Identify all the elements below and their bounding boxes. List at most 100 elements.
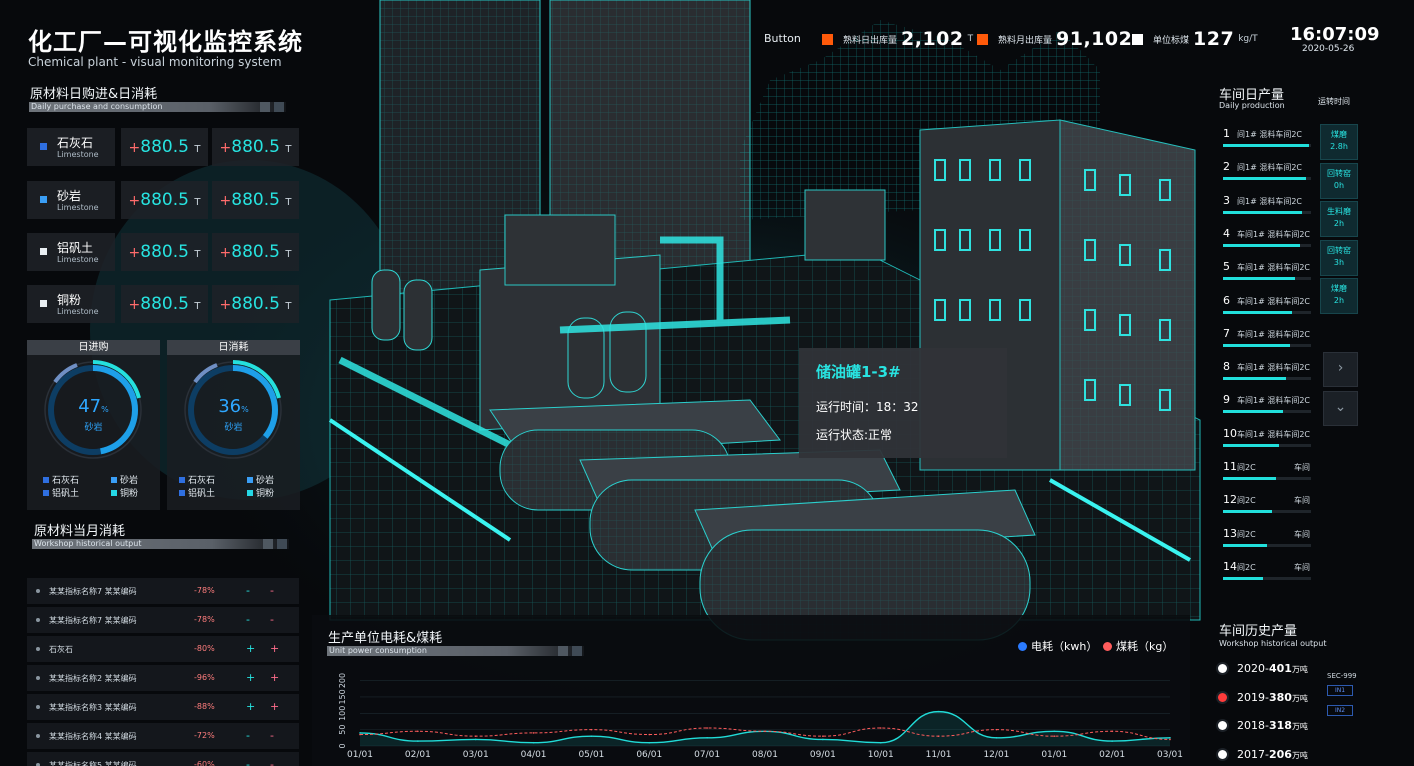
item-index: 8 [1223, 360, 1230, 374]
history-year: 2018- [1237, 719, 1269, 732]
material-dot [40, 300, 47, 307]
clock-date: 2020-05-26 [1302, 44, 1355, 54]
item-name: 间1# 混料车间2C [1237, 196, 1303, 206]
item-name: 某某指标名称3 某某编码 [49, 703, 137, 712]
runtime-tab[interactable]: 回转窑 3h [1320, 239, 1358, 276]
item-index: 7 [1223, 326, 1230, 340]
data-point [359, 733, 361, 736]
int-box: IN2 [1327, 705, 1353, 716]
production-item: 7 车间1# 混料车间2C [1216, 323, 1314, 353]
data-point [822, 738, 824, 741]
history-value: 206 [1268, 747, 1292, 761]
bar-square-icon [277, 539, 287, 549]
progress-fill [1223, 177, 1306, 181]
top-button[interactable]: Button [764, 32, 801, 45]
history-row: 2018-318万吨 [1218, 719, 1308, 732]
history-title: 车间历史产量 [1219, 624, 1298, 639]
bar-square-icon [263, 539, 273, 549]
data-point [648, 733, 651, 736]
production-item: 9 车间1# 混料车间2C [1216, 389, 1314, 419]
item-sign-b: + [270, 671, 280, 684]
material-en: Limestone [57, 255, 99, 264]
progress-fill [1223, 277, 1296, 281]
runtime-tab[interactable]: 煤磨 2h [1320, 278, 1358, 314]
item-index: 2 [1223, 160, 1230, 174]
data-point [1169, 737, 1171, 739]
material-purchase-value: +880.5 T [121, 128, 208, 166]
item-name: 石灰石 [49, 645, 73, 654]
nav-down-button[interactable]: ⌄ [1323, 391, 1358, 426]
progress-track [1223, 377, 1311, 381]
item-name: 车间1# 混料车间2C [1237, 296, 1311, 306]
data-point [359, 732, 361, 734]
tab-value: 3h [1333, 257, 1345, 267]
item-index: 6 [1223, 293, 1230, 307]
production-item: 13 间2C 车间 [1216, 523, 1314, 553]
monthly-title: 原材料当月消耗 [34, 524, 126, 539]
monthly-subtitle: Workshop historical output [34, 539, 142, 548]
x-tick-label: 03/01 [1157, 750, 1183, 760]
production-item: 11 间2C 车间 [1216, 456, 1314, 486]
legend-item: 石灰石 [43, 473, 79, 486]
int-box: IN1 [1327, 685, 1353, 696]
bar-square-icon [260, 102, 270, 112]
data-point [1111, 740, 1113, 742]
data-point [879, 741, 882, 744]
x-tick-label: 12/01 [983, 750, 1009, 760]
material-purchase-value: +880.5 T [121, 285, 208, 323]
page-subtitle: Chemical plant - visual monitoring syste… [28, 55, 282, 69]
x-tick-label: 06/01 [636, 750, 662, 760]
bullet-icon [36, 705, 40, 709]
metric-label: 熟料日出库量 [843, 35, 898, 46]
production-item: 5 车间1# 混料车间2C [1216, 256, 1314, 286]
nav-up-button[interactable]: › [1323, 352, 1358, 387]
data-point [532, 732, 535, 734]
item-sign-a: - [246, 758, 250, 766]
ring-title: 日消耗 [167, 340, 300, 355]
material-en: Limestone [57, 307, 99, 316]
bullet-icon [36, 589, 40, 593]
item-index: 5 [1223, 260, 1230, 274]
data-point [1053, 735, 1056, 737]
data-point [995, 728, 998, 731]
progress-fill [1223, 477, 1276, 480]
ring-value: 36% [218, 396, 249, 417]
runtime-tab[interactable]: 煤磨 2.8h [1320, 124, 1358, 160]
metric-unit: T [967, 34, 974, 44]
item-percent: -60% [194, 760, 215, 766]
progress-track [1223, 410, 1311, 414]
runtime-tab[interactable]: 回转窑 0h [1320, 162, 1358, 199]
item-name: 某某指标名称7 某某编码 [49, 587, 137, 596]
material-row: 铝矾土 Limestone +880.5 T +880.5 T [27, 233, 299, 271]
runtime-tab[interactable]: 生料磨 2h [1320, 201, 1358, 237]
metric-value: 2,102 [901, 28, 964, 50]
progress-track [1223, 210, 1311, 214]
item-name: 间2C [1237, 529, 1256, 539]
tab-name: 回转窑 [1327, 245, 1351, 255]
history-year: 2020- [1237, 662, 1269, 675]
item-extra: 车间 [1294, 463, 1310, 472]
item-name: 车间1# 混料车间2C [1237, 229, 1311, 239]
progress-fill [1223, 243, 1301, 247]
legend-item: 砂岩 [111, 473, 138, 486]
material-consume-value: +880.5 T [212, 285, 299, 323]
material-dot [40, 248, 47, 255]
production-item: 6 车间1# 混料车间2C [1216, 290, 1314, 320]
chart-title: 生产单位电耗&煤耗 [328, 631, 443, 646]
progress-fill [1223, 543, 1267, 547]
line-chart: 0 50 100 150200 01/01 02/01 03/01 04/01 05/01 06/… [338, 673, 1183, 760]
item-extra: 车间 [1294, 496, 1310, 506]
purchase-subtitle-bar: Daily purchase and consumption [29, 102, 286, 112]
progress-track [1223, 477, 1311, 480]
data-point [590, 735, 593, 737]
progress-track [1223, 177, 1311, 181]
item-name: 某某指标名称2 某某编码 [49, 674, 137, 683]
data-point [1053, 730, 1056, 733]
item-percent: -78% [194, 586, 215, 595]
bullet-icon [36, 618, 40, 622]
data-point [995, 737, 998, 739]
item-index: 10 [1223, 426, 1237, 440]
bar-square-icon [274, 102, 284, 112]
legend-item: 石灰石 [179, 473, 215, 486]
metric-color-square [1132, 33, 1143, 45]
